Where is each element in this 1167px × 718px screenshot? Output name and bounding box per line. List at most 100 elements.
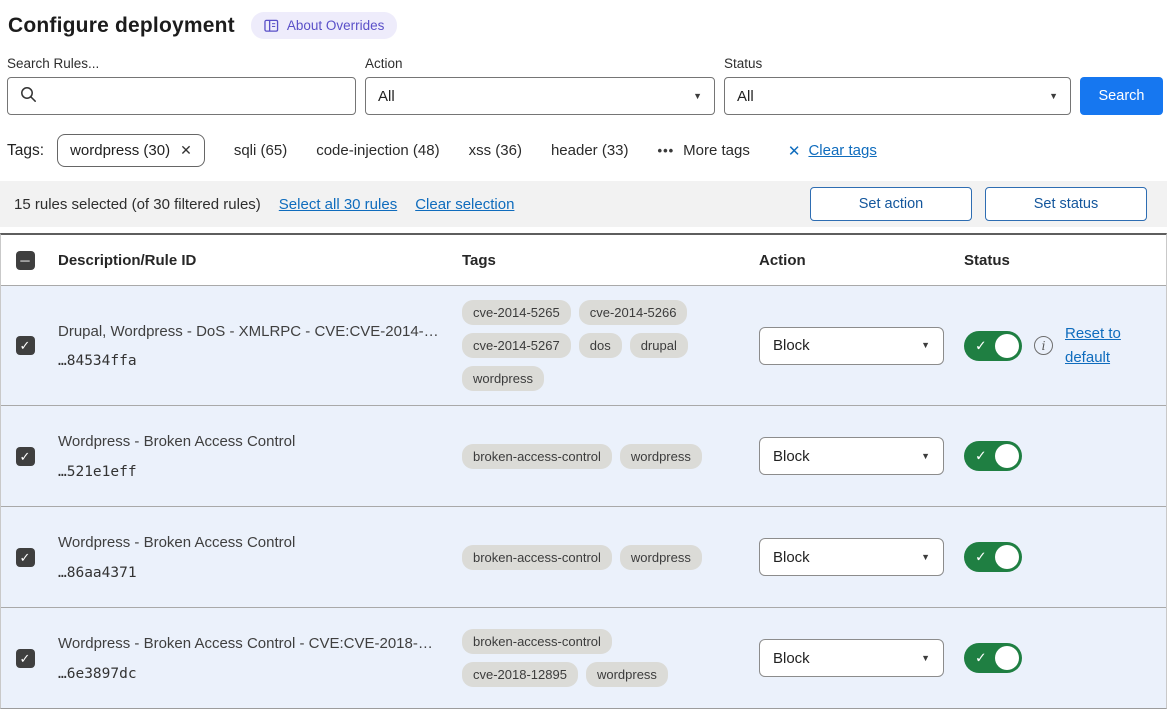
book-icon: [264, 19, 279, 33]
search-input[interactable]: [46, 88, 343, 105]
tag-chip: broken-access-control: [462, 444, 612, 469]
table-row: ✓ Drupal, Wordpress - DoS - XMLRPC - CVE…: [1, 285, 1166, 405]
about-overrides-badge[interactable]: About Overrides: [251, 12, 398, 39]
ellipsis-icon: •••: [658, 143, 675, 158]
set-action-button[interactable]: Set action: [810, 187, 972, 221]
close-icon: ✕: [788, 142, 801, 160]
chevron-down-icon: ▼: [921, 452, 930, 461]
status-filter-select[interactable]: All ▼: [724, 77, 1071, 115]
check-icon: ✓: [20, 339, 31, 352]
check-icon: ✓: [975, 337, 987, 354]
action-select-value: Block: [773, 448, 810, 465]
tag-chip: drupal: [630, 333, 688, 358]
tag-filter[interactable]: code-injection (48): [316, 142, 439, 159]
action-select[interactable]: Block ▼: [759, 639, 944, 677]
action-select[interactable]: Block ▼: [759, 437, 944, 475]
table-row: ✓ Wordpress - Broken Access Control - CV…: [1, 607, 1166, 708]
tag-chip: cve-2014-5266: [579, 300, 688, 325]
action-select-value: Block: [773, 650, 810, 667]
selected-tag-label: wordpress (30): [70, 142, 170, 159]
status-toggle[interactable]: ✓: [964, 441, 1022, 471]
rule-id: …84534ffa: [58, 353, 453, 369]
select-all-link[interactable]: Select all 30 rules: [279, 196, 397, 213]
tag-chip: wordpress: [620, 545, 702, 570]
tag-filter[interactable]: header (33): [551, 142, 629, 159]
page-title: Configure deployment: [8, 14, 235, 38]
select-all-checkbox[interactable]: ─: [16, 251, 35, 270]
reset-to-default-link[interactable]: Reset to default: [1065, 322, 1127, 370]
chevron-down-icon: ▼: [921, 553, 930, 562]
status-toggle[interactable]: ✓: [964, 331, 1022, 361]
tag-filter[interactable]: sqli (65): [234, 142, 287, 159]
about-overrides-label: About Overrides: [287, 18, 385, 33]
check-icon: ✓: [975, 549, 987, 566]
table-row: ✓ Wordpress - Broken Access Control …86a…: [1, 506, 1166, 607]
rule-description: Drupal, Wordpress - DoS - XMLRPC - CVE:C…: [58, 322, 453, 342]
table-row: ✓ Wordpress - Broken Access Control …521…: [1, 405, 1166, 506]
rule-id: …521e1eff: [58, 464, 453, 480]
search-icon: [20, 86, 37, 107]
remove-tag-icon[interactable]: ✕: [180, 142, 192, 159]
info-icon[interactable]: i: [1034, 336, 1053, 355]
tags-label: Tags:: [7, 142, 44, 160]
toggle-knob: [995, 444, 1019, 468]
chevron-down-icon: ▼: [693, 92, 702, 101]
action-select[interactable]: Block ▼: [759, 538, 944, 576]
tag-chip: dos: [579, 333, 622, 358]
chevron-down-icon: ▼: [1049, 92, 1058, 101]
rule-description: Wordpress - Broken Access Control - CVE:…: [58, 634, 453, 654]
rule-tag-list: broken-access-control wordpress: [453, 444, 750, 469]
check-icon: ✓: [20, 450, 31, 463]
action-select-value: Block: [773, 337, 810, 354]
tag-filter[interactable]: xss (36): [469, 142, 522, 159]
row-checkbox[interactable]: ✓: [16, 548, 35, 567]
rules-table: ─ Description/Rule ID Tags Action Status…: [0, 233, 1167, 709]
search-rules-label: Search Rules...: [7, 56, 356, 71]
clear-tags-label: Clear tags: [808, 142, 876, 159]
check-icon: ✓: [20, 652, 31, 665]
action-select[interactable]: Block ▼: [759, 327, 944, 365]
selected-tag-chip[interactable]: wordpress (30) ✕: [57, 134, 205, 167]
action-filter-label: Action: [365, 56, 715, 71]
status-toggle[interactable]: ✓: [964, 542, 1022, 572]
table-body: ✓ Drupal, Wordpress - DoS - XMLRPC - CVE…: [1, 285, 1166, 708]
chevron-down-icon: ▼: [921, 654, 930, 663]
rule-id: …86aa4371: [58, 565, 453, 581]
row-checkbox[interactable]: ✓: [16, 336, 35, 355]
row-checkbox[interactable]: ✓: [16, 447, 35, 466]
row-checkbox[interactable]: ✓: [16, 649, 35, 668]
tag-chip: wordpress: [462, 366, 544, 391]
tag-chip: wordpress: [620, 444, 702, 469]
status-filter-value: All: [737, 88, 754, 105]
check-icon: ✓: [975, 448, 987, 465]
clear-selection-link[interactable]: Clear selection: [415, 196, 514, 213]
toggle-knob: [995, 646, 1019, 670]
tag-chip: wordpress: [586, 662, 668, 687]
check-icon: ✓: [20, 551, 31, 564]
filter-bar: Search Rules... Action All ▼ Status All …: [7, 56, 1163, 115]
header-action: Action: [750, 252, 955, 269]
clear-tags-link[interactable]: ✕ Clear tags: [788, 142, 877, 160]
chevron-down-icon: ▼: [921, 341, 930, 350]
action-filter-select[interactable]: All ▼: [365, 77, 715, 115]
set-status-button[interactable]: Set status: [985, 187, 1147, 221]
status-toggle[interactable]: ✓: [964, 643, 1022, 673]
toggle-knob: [995, 334, 1019, 358]
search-button[interactable]: Search: [1080, 77, 1163, 115]
more-tags-button[interactable]: ••• More tags: [658, 142, 750, 159]
rule-description: Wordpress - Broken Access Control: [58, 432, 453, 452]
header-description: Description/Rule ID: [49, 252, 453, 269]
check-icon: ✓: [975, 650, 987, 667]
tag-filter-list: sqli (65) code-injection (48) xss (36) head…: [205, 142, 629, 159]
toggle-knob: [995, 545, 1019, 569]
indeterminate-icon: ─: [20, 254, 29, 267]
tag-chip: broken-access-control: [462, 629, 612, 654]
rule-tag-list: broken-access-control wordpress: [453, 545, 750, 570]
selection-summary: 15 rules selected (of 30 filtered rules): [14, 196, 261, 213]
tag-chip: broken-access-control: [462, 545, 612, 570]
selection-bar: 15 rules selected (of 30 filtered rules)…: [0, 181, 1167, 227]
tag-chip: cve-2014-5265: [462, 300, 571, 325]
rule-description: Wordpress - Broken Access Control: [58, 533, 453, 553]
tags-bar: Tags: wordpress (30) ✕ sqli (65) code-inj…: [7, 134, 1163, 167]
rule-tag-list: cve-2014-5265cve-2014-5266cve-2014-5267d…: [453, 300, 750, 391]
